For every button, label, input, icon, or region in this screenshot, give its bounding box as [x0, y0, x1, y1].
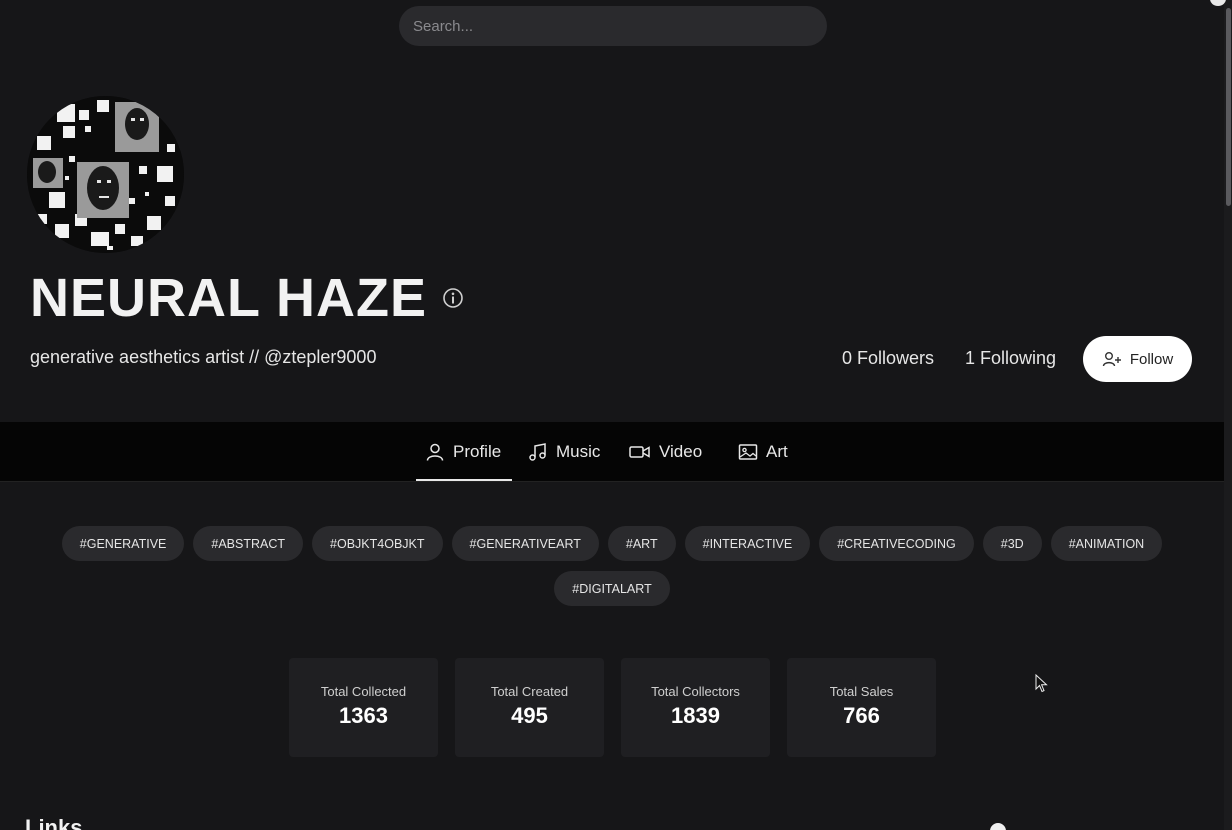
- tag-chip[interactable]: #ABSTRACT: [193, 526, 304, 561]
- stat-label: Total Collectors: [651, 684, 740, 699]
- tag-chip[interactable]: #INTERACTIVE: [684, 526, 811, 561]
- followers-count[interactable]: 0 Followers: [842, 348, 934, 369]
- active-tab-indicator: [416, 479, 512, 481]
- tab-label: Music: [556, 441, 601, 461]
- follow-button-label: Follow: [1129, 350, 1174, 368]
- links-heading: Links: [25, 815, 83, 830]
- following-count[interactable]: 1 Following: [965, 348, 1056, 369]
- tab-art[interactable]: Art: [738, 422, 788, 481]
- profile-page: NEURAL HAZE generative aesthetics artist…: [0, 0, 1232, 830]
- tab-music[interactable]: Music: [528, 422, 600, 481]
- tag-chip[interactable]: #ART: [607, 526, 676, 561]
- scrollbar-thumb[interactable]: [1226, 8, 1231, 206]
- stat-value: 1363: [339, 703, 388, 728]
- mouse-cursor-icon: [1035, 674, 1048, 693]
- tag-chip[interactable]: #GENERATIVE: [61, 526, 185, 561]
- stat-card-total-sales: Total Sales 766: [787, 658, 936, 757]
- tag-chip[interactable]: #ANIMATION: [1050, 526, 1163, 561]
- follow-button[interactable]: Follow: [1083, 336, 1192, 382]
- tag-chip[interactable]: #3D: [982, 526, 1042, 561]
- tab-label: Profile: [453, 441, 502, 461]
- tag-list: #GENERATIVE #ABSTRACT #OBJKT4OBJKT #GENE…: [60, 526, 1164, 606]
- stat-value: 495: [511, 703, 548, 728]
- user-icon: [426, 443, 444, 461]
- tab-video[interactable]: Video: [629, 422, 702, 481]
- tab-label: Art: [766, 441, 788, 461]
- profile-bio: generative aesthetics artist // @ztepler…: [30, 347, 377, 367]
- stat-label: Total Collected: [320, 684, 407, 699]
- music-icon: [529, 442, 546, 461]
- stat-card-total-collected: Total Collected 1363: [289, 658, 438, 757]
- image-icon: [738, 443, 758, 460]
- search-bar[interactable]: [399, 6, 827, 46]
- slider-knob[interactable]: [990, 823, 1006, 830]
- stat-label: Total Created: [490, 684, 569, 699]
- stat-card-total-created: Total Created 495: [455, 658, 604, 757]
- tag-chip[interactable]: #OBJKT4OBJKT: [312, 526, 443, 561]
- profile-tabs: Profile Music Video Art: [0, 422, 1224, 482]
- tab-label: Video: [659, 441, 703, 461]
- avatar-image: [27, 96, 184, 253]
- avatar: [27, 96, 184, 253]
- search-input[interactable]: [399, 6, 827, 46]
- stat-value: 1839: [671, 703, 720, 728]
- info-icon[interactable]: [442, 287, 464, 309]
- stat-card-total-collectors: Total Collectors 1839: [621, 658, 770, 757]
- video-icon: [629, 445, 650, 458]
- profile-name: NEURAL HAZE: [30, 268, 428, 328]
- add-user-icon: [1102, 352, 1121, 367]
- page-scrollbar[interactable]: [1224, 0, 1232, 830]
- stat-label: Total Sales: [829, 684, 894, 699]
- tag-chip[interactable]: #GENERATIVEART: [451, 526, 599, 561]
- tag-chip[interactable]: #DIGITALART: [554, 571, 670, 606]
- stat-value: 766: [843, 703, 880, 728]
- stats-cards: Total Collected 1363 Total Created 495 T…: [289, 658, 936, 757]
- tab-profile[interactable]: Profile: [425, 422, 501, 481]
- tag-chip[interactable]: #CREATIVECODING: [819, 526, 974, 561]
